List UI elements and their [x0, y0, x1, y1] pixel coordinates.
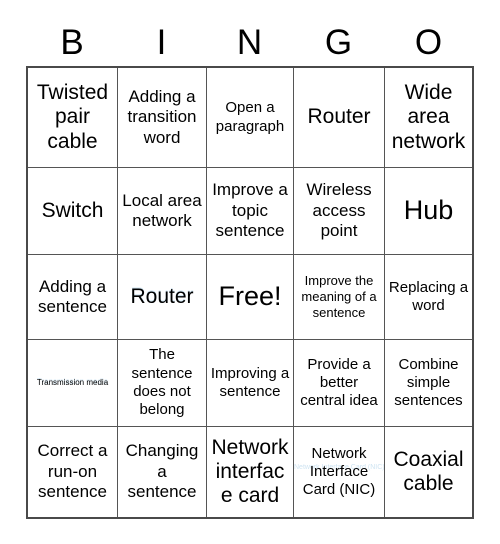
bingo-cell-g3[interactable]: Improve the meaning of a sentence — [294, 255, 385, 340]
bingo-cell-label: Network Interface Card (NIC) — [302, 444, 376, 499]
bingo-cell-i2[interactable]: Local area network — [118, 168, 207, 255]
bingo-cell-n1[interactable]: Open a paragraph — [207, 68, 294, 168]
header-letter-g: G — [324, 23, 353, 62]
bingo-cell-label: Switch — [41, 198, 104, 222]
header-letter-n: N — [236, 23, 263, 62]
header-letter-i: I — [156, 23, 167, 62]
bingo-cell-label: Wide area network — [391, 81, 466, 153]
bingo-grid: Twisted pair cable Adding a transition w… — [26, 66, 474, 519]
bingo-cell-g2[interactable]: Wireless access point — [294, 168, 385, 255]
bingo-cell-g1[interactable]: Router — [294, 68, 385, 168]
bingo-cell-g4[interactable]: Provide a better central idea — [294, 340, 385, 427]
bingo-cell-label: Router — [307, 105, 371, 129]
header-letter-b: B — [60, 23, 84, 62]
bingo-cell-label: Improve the meaning of a sentence — [301, 273, 377, 320]
bingo-cell-label: Provide a better central idea — [300, 355, 378, 410]
bingo-cell-label: Coaxial cable — [393, 447, 464, 495]
bingo-cell-label: The sentence does not belong — [131, 346, 193, 419]
bingo-cell-g5[interactable]: Network Interface Card (NIC) Network Int… — [294, 427, 385, 517]
bingo-cell-label: Local area network — [122, 190, 202, 230]
bingo-cell-n4[interactable]: Improving a sentence — [207, 340, 294, 427]
bingo-cell-label: Replacing a word — [388, 278, 469, 314]
bingo-cell-i4[interactable]: The sentence does not belong — [118, 340, 207, 427]
bingo-cell-label: Adding a transition word — [127, 86, 197, 147]
bingo-cell-o5[interactable]: Coaxial cable — [385, 427, 472, 517]
bingo-cell-label: Open a paragraph — [215, 99, 285, 135]
bingo-cell-i1[interactable]: Adding a transition word — [118, 68, 207, 168]
bingo-cell-o3[interactable]: Replacing a word — [385, 255, 472, 340]
bingo-cell-free-space[interactable]: Free! — [207, 255, 294, 340]
bingo-card: B I N G O Twisted pair cable Adding a tr… — [0, 0, 500, 544]
bingo-cell-b5[interactable]: Correct a run-on sentence — [28, 427, 118, 517]
free-space-label: Free! — [218, 281, 282, 312]
bingo-cell-o4[interactable]: Combine simple sentences — [385, 340, 472, 427]
bingo-cell-b4[interactable]: Transmission media Transmission media — [28, 340, 118, 427]
bingo-cell-i5[interactable]: Changing a sentence — [118, 427, 207, 517]
bingo-header-letters: B I N G O — [27, 20, 473, 66]
bingo-cell-b1[interactable]: Twisted pair cable — [28, 68, 118, 168]
bingo-cell-label: Correct a run-on sentence — [37, 441, 108, 502]
bingo-cell-label: Hub — [403, 195, 454, 226]
bingo-cell-label: Adding a sentence — [38, 276, 107, 316]
bingo-cell-label: Changing a sentence — [125, 441, 199, 502]
bingo-cell-n2[interactable]: Improve a topic sentence — [207, 168, 294, 255]
bingo-cell-label: Combine simple sentences — [394, 355, 463, 410]
bingo-cell-label: Improve a topic sentence — [212, 180, 288, 241]
bingo-cell-b3[interactable]: Adding a sentence — [28, 255, 118, 340]
bingo-cell-label: Network interface card — [211, 435, 289, 508]
bingo-cell-o1[interactable]: Wide area network — [385, 68, 472, 168]
bingo-cell-i3[interactable]: Router Router — [118, 255, 207, 340]
bingo-cell-label: Improving a sentence — [210, 364, 290, 400]
bingo-cell-label: Wireless access point — [306, 180, 372, 241]
bingo-cell-b2[interactable]: Switch — [28, 168, 118, 255]
bingo-cell-label: Transmission media — [36, 378, 109, 387]
bingo-cell-n5[interactable]: Network interface card — [207, 427, 294, 517]
bingo-cell-label: Router — [130, 284, 194, 308]
bingo-cell-o2[interactable]: Hub — [385, 168, 472, 255]
bingo-cell-label: Twisted pair cable — [36, 81, 109, 153]
header-letter-o: O — [414, 23, 443, 62]
